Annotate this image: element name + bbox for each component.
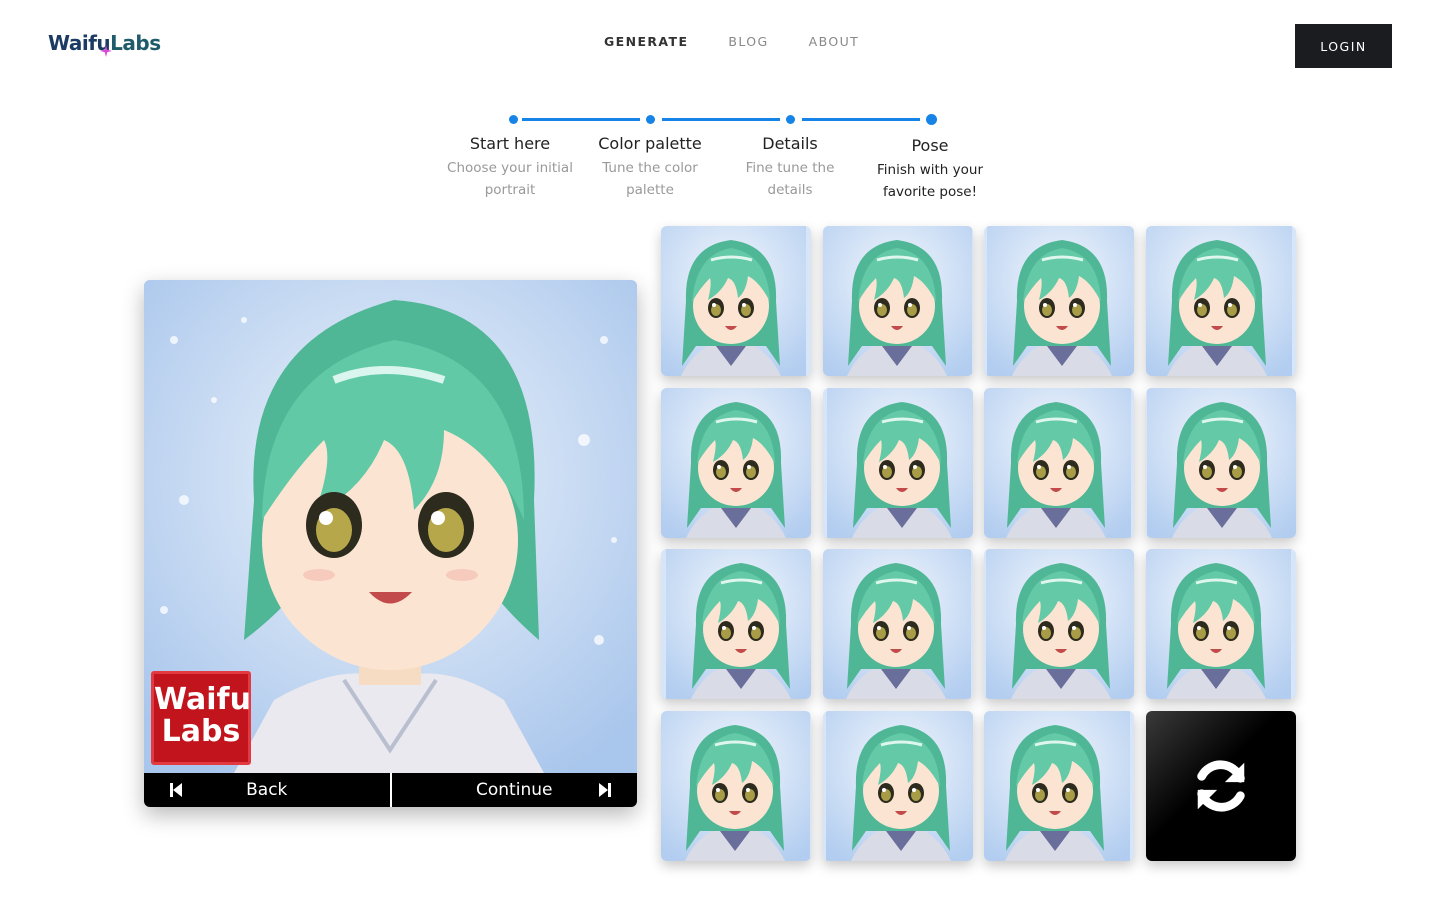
- pose-portrait-image: [661, 711, 811, 861]
- step-pose: Pose Finish with your favorite pose!: [860, 136, 1000, 203]
- step-dot-2[interactable]: [646, 115, 655, 124]
- refresh-button[interactable]: [1146, 711, 1296, 861]
- waifulabs-watermark-logo: Waifu Labs: [151, 671, 251, 765]
- pose-option-tile[interactable]: [823, 711, 973, 861]
- pose-portrait-image: [661, 549, 811, 699]
- step-connector: [802, 118, 920, 121]
- pose-portrait-image: [823, 549, 973, 699]
- step-desc-line: Fine tune the: [745, 160, 835, 176]
- step-description: Fine tune the details: [720, 157, 860, 201]
- pose-grid: [661, 226, 1296, 861]
- pose-portrait-image: [984, 226, 1134, 376]
- step-description: Finish with your favorite pose!: [860, 159, 1000, 203]
- pose-option-tile[interactable]: [1146, 226, 1296, 376]
- watermark-line: Labs: [161, 714, 241, 749]
- logo[interactable]: WaifuLabs: [48, 30, 161, 60]
- step-dot-1[interactable]: [509, 115, 518, 124]
- step-title: Pose: [911, 136, 949, 155]
- pose-option-tile[interactable]: [1146, 549, 1296, 699]
- pose-option-tile[interactable]: [823, 549, 973, 699]
- step-connector: [522, 118, 640, 121]
- step-desc-line: portrait: [484, 182, 536, 198]
- step-description: Tune the color palette: [580, 157, 720, 201]
- sparkle-icon: [100, 45, 112, 57]
- step-desc-line: Choose your initial: [447, 160, 573, 176]
- nav-blog[interactable]: BLOG: [728, 34, 768, 49]
- back-button[interactable]: Back: [144, 773, 392, 807]
- pose-portrait-image: [823, 226, 973, 376]
- pose-option-tile[interactable]: [823, 226, 973, 376]
- progress-stepper: Start here Choose your initial portrait C…: [440, 110, 1000, 210]
- pose-option-tile[interactable]: [984, 549, 1134, 699]
- pose-option-tile[interactable]: [984, 388, 1134, 538]
- pose-portrait-image: [984, 388, 1134, 538]
- step-desc-line: details: [767, 182, 813, 198]
- step-title: Color palette: [598, 134, 702, 153]
- continue-button[interactable]: Continue: [392, 773, 638, 807]
- login-button[interactable]: LOGIN: [1295, 24, 1392, 68]
- pose-portrait-image: [661, 388, 811, 538]
- step-color-palette: Color palette Tune the color palette: [580, 134, 720, 201]
- main-nav: GENERATE BLOG ABOUT: [604, 34, 859, 49]
- pose-portrait-image: [1146, 226, 1296, 376]
- pose-portrait-image: [661, 226, 811, 376]
- pose-portrait-image: [984, 549, 1134, 699]
- step-details: Details Fine tune the details: [720, 134, 860, 201]
- pose-portrait-image: [823, 711, 973, 861]
- portrait-action-bar: Back Continue: [144, 773, 637, 807]
- skip-back-icon: [170, 783, 182, 797]
- pose-option-tile[interactable]: [661, 388, 811, 538]
- step-desc-line: palette: [626, 182, 674, 198]
- nav-about[interactable]: ABOUT: [809, 34, 860, 49]
- step-description: Choose your initial portrait: [440, 157, 580, 201]
- pose-portrait-image: [1146, 549, 1296, 699]
- watermark-line: Waifu: [154, 682, 251, 717]
- skip-forward-icon: [599, 783, 611, 797]
- step-title: Start here: [469, 134, 551, 153]
- step-dot-4[interactable]: [926, 114, 937, 125]
- continue-button-label: Continue: [476, 780, 553, 800]
- nav-generate[interactable]: GENERATE: [604, 34, 688, 49]
- step-desc-line: favorite pose!: [882, 184, 978, 200]
- logo-text-labs: Labs: [110, 31, 161, 55]
- pose-option-tile[interactable]: [661, 549, 811, 699]
- pose-option-tile[interactable]: [823, 388, 973, 538]
- pose-portrait-image: [823, 388, 973, 538]
- pose-option-tile[interactable]: [984, 711, 1134, 861]
- pose-option-tile[interactable]: [661, 711, 811, 861]
- back-button-label: Back: [246, 780, 288, 800]
- step-start-here: Start here Choose your initial portrait: [440, 134, 580, 201]
- pose-option-tile[interactable]: [661, 226, 811, 376]
- step-title: Details: [762, 134, 818, 153]
- pose-portrait-image: [1146, 388, 1296, 538]
- step-desc-line: Finish with your: [876, 162, 983, 178]
- pose-option-tile[interactable]: [984, 226, 1134, 376]
- refresh-icon: [1197, 760, 1245, 812]
- pose-option-tile[interactable]: [1146, 388, 1296, 538]
- selected-portrait: Waifu Labs Back Continue: [144, 280, 637, 807]
- step-dot-3[interactable]: [786, 115, 795, 124]
- pose-portrait-image: [984, 711, 1134, 861]
- step-desc-line: Tune the color: [602, 160, 698, 176]
- step-connector: [662, 118, 780, 121]
